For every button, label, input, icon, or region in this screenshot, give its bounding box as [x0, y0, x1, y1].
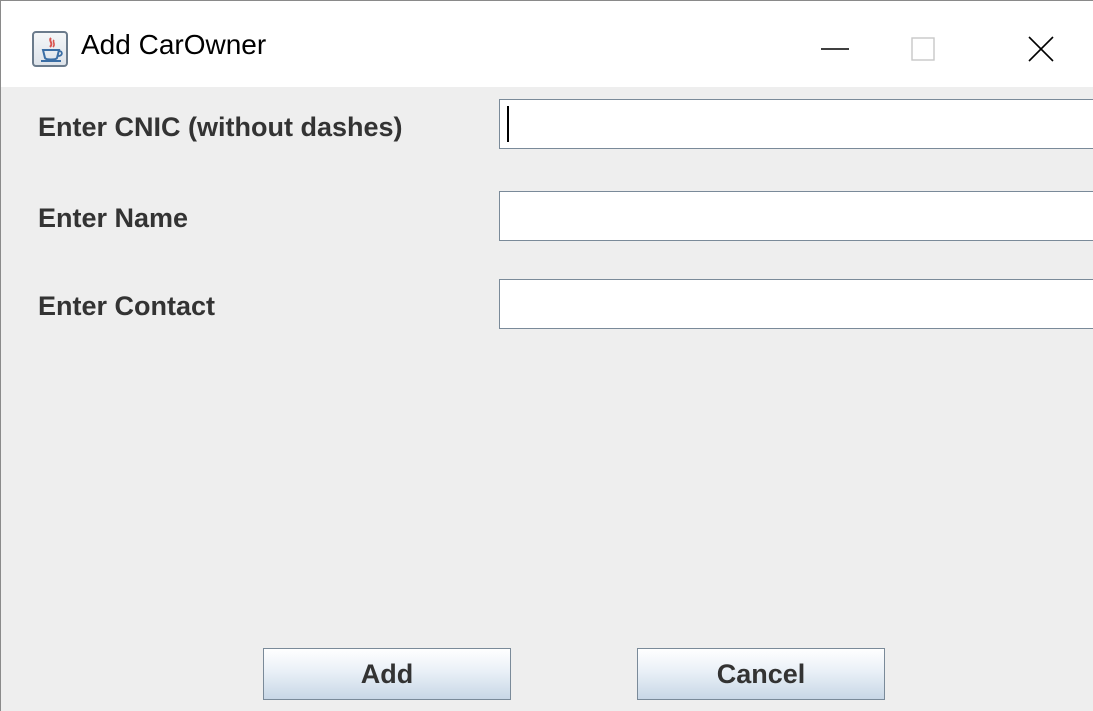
- window-title: Add CarOwner: [81, 29, 267, 60]
- cancel-button[interactable]: Cancel: [637, 648, 885, 700]
- dialog-window: Add CarOwner Enter CNIC (without dashes)…: [0, 0, 1093, 711]
- minimize-icon[interactable]: [805, 21, 865, 77]
- close-icon[interactable]: [1011, 21, 1071, 77]
- add-button[interactable]: Add: [263, 648, 511, 700]
- name-label: Enter Name: [38, 203, 189, 233]
- text-caret: [507, 106, 509, 142]
- contact-input[interactable]: [499, 279, 1093, 329]
- cnic-input[interactable]: [499, 99, 1093, 149]
- maximize-icon[interactable]: [893, 21, 953, 77]
- cnic-label: Enter CNIC (without dashes): [38, 112, 403, 142]
- name-input[interactable]: [499, 191, 1093, 241]
- title-bar[interactable]: Add CarOwner: [1, 1, 1093, 87]
- contact-label: Enter Contact: [38, 291, 216, 321]
- java-cup-icon: [32, 31, 68, 67]
